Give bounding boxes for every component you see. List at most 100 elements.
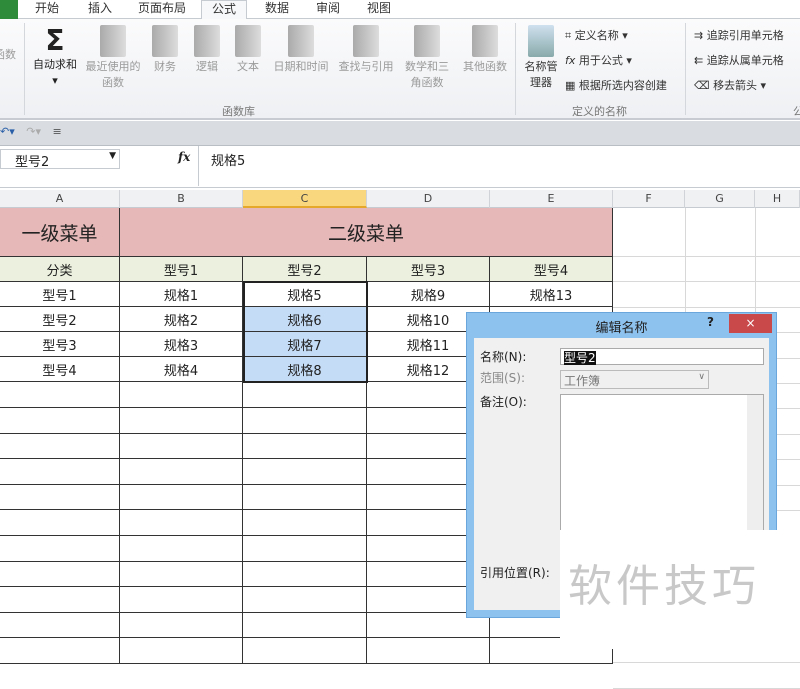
recent-functions-button[interactable]: 最近使用的函数 (82, 25, 144, 91)
header-cell[interactable]: 分类 (0, 257, 120, 282)
empty-cell[interactable] (120, 561, 243, 587)
autosum-button[interactable]: Σ 自动求和 ▾ (30, 25, 80, 89)
help-button[interactable]: ? (707, 315, 714, 329)
lookup-label: 查找与引用 (338, 60, 394, 73)
empty-cell[interactable] (120, 638, 243, 664)
date-time-button[interactable]: 日期和时间 (270, 25, 332, 75)
name-manager-button[interactable]: 名称管理器 (520, 25, 562, 91)
empty-cell[interactable] (120, 510, 243, 536)
table-cell[interactable]: 规格9 (367, 282, 490, 307)
more-functions-button[interactable]: 其他函数 (458, 25, 512, 75)
empty-cell[interactable] (243, 484, 367, 510)
column-header-c[interactable]: C (243, 190, 367, 208)
empty-cell[interactable] (0, 408, 120, 434)
create-from-selection-button[interactable]: ▦ 根据所选内容创建 (565, 77, 667, 93)
math-trig-button[interactable]: 数学和三角函数 (400, 25, 454, 91)
scope-label: 范围(S): (480, 371, 526, 385)
tab-view[interactable]: 视图 (367, 0, 391, 19)
tab-data[interactable]: 数据 (265, 0, 289, 19)
fx-icon[interactable]: fx (178, 150, 190, 164)
name-box[interactable]: 型号2 ▼ (0, 149, 120, 170)
scope-select[interactable]: 工作簿 ∨ (560, 370, 709, 389)
column-header-f[interactable]: F (613, 190, 685, 208)
empty-cell[interactable] (243, 433, 367, 459)
empty-cell[interactable] (0, 459, 120, 485)
empty-cell[interactable] (243, 510, 367, 536)
empty-cell[interactable] (243, 408, 367, 434)
customize-qat-icon[interactable]: ≡ (53, 125, 62, 138)
tab-formulas[interactable]: 公式 (201, 0, 248, 20)
tab-page-layout[interactable]: 页面布局 (138, 0, 186, 19)
logical-button[interactable]: 逻辑 (190, 25, 224, 75)
table-cell[interactable]: 规格1 (120, 282, 243, 307)
column-header-d[interactable]: D (367, 190, 490, 208)
table-cell[interactable]: 型号4 (0, 357, 120, 382)
table-cell[interactable]: 规格2 (120, 307, 243, 332)
empty-cell[interactable] (0, 382, 120, 408)
tab-review[interactable]: 审阅 (316, 0, 340, 19)
define-name-button[interactable]: ⌗ 定义名称 ▾ (565, 27, 628, 43)
column-header-b[interactable]: B (120, 190, 243, 208)
empty-cell[interactable] (0, 484, 120, 510)
empty-cell[interactable] (243, 382, 367, 408)
use-in-formula-button[interactable]: fx 用于公式 ▾ (565, 52, 632, 68)
header-cell[interactable]: 型号1 (120, 257, 243, 282)
empty-cell[interactable] (243, 638, 367, 664)
header-cell[interactable]: 型号4 (490, 257, 613, 282)
table-cell[interactable]: 型号3 (0, 332, 120, 357)
empty-cell[interactable] (120, 536, 243, 562)
empty-cell[interactable] (243, 459, 367, 485)
tab-file[interactable] (0, 0, 18, 19)
chevron-down-icon[interactable]: ▼ (109, 151, 116, 161)
empty-cell[interactable] (0, 433, 120, 459)
header-cell[interactable]: 型号3 (367, 257, 490, 282)
empty-cell[interactable] (243, 612, 367, 638)
insert-function-button[interactable]: 函数 (0, 47, 20, 63)
trace-precedents-button[interactable]: ⇉ 追踪引用单元格 (694, 27, 784, 43)
cell-b1[interactable]: 二级菜单 (120, 208, 613, 257)
tab-insert[interactable]: 插入 (88, 0, 112, 19)
empty-cell[interactable] (120, 433, 243, 459)
name-input[interactable]: 型号2 (560, 348, 764, 365)
empty-cell[interactable] (120, 484, 243, 510)
empty-cell[interactable] (243, 587, 367, 613)
empty-cell[interactable] (120, 587, 243, 613)
financial-button[interactable]: 财务 (148, 25, 182, 75)
table-cell[interactable]: 规格3 (120, 332, 243, 357)
redo-icon[interactable]: ↷▾ (26, 125, 41, 138)
empty-cell[interactable] (0, 510, 120, 536)
column-header-a[interactable]: A (0, 190, 120, 208)
table-cell[interactable]: 型号1 (0, 282, 120, 307)
empty-cell[interactable] (120, 382, 243, 408)
column-header-h[interactable]: H (755, 190, 800, 208)
header-cell[interactable]: 型号2 (243, 257, 367, 282)
empty-cell[interactable] (120, 612, 243, 638)
empty-cell[interactable] (120, 459, 243, 485)
empty-cell[interactable] (367, 638, 490, 664)
table-cell[interactable]: 规格4 (120, 357, 243, 382)
formula-input[interactable]: 规格5 (198, 146, 800, 186)
scope-value: 工作簿 (564, 374, 601, 388)
undo-icon[interactable]: ↶▾ (0, 125, 15, 138)
text-button[interactable]: 文本 (231, 25, 265, 75)
empty-cell[interactable] (0, 587, 120, 613)
remove-arrows-button[interactable]: ⌫ 移去箭头 ▾ (694, 77, 766, 93)
empty-cell[interactable] (120, 408, 243, 434)
empty-cell[interactable] (0, 561, 120, 587)
trace-dependents-label: 追踪从属单元格 (706, 54, 784, 67)
lookup-button[interactable]: 查找与引用 (335, 25, 397, 75)
table-cell[interactable]: 型号2 (0, 307, 120, 332)
cell-a1[interactable]: 一级菜单 (0, 208, 120, 257)
close-button[interactable]: × (729, 314, 772, 333)
trace-dependents-button[interactable]: ⇇ 追踪从属单元格 (694, 52, 784, 68)
table-cell[interactable]: 规格13 (490, 282, 613, 307)
empty-cell[interactable] (243, 561, 367, 587)
empty-cell[interactable] (0, 536, 120, 562)
empty-cell[interactable] (0, 612, 120, 638)
column-header-e[interactable]: E (490, 190, 613, 208)
empty-cell[interactable] (0, 638, 120, 664)
tab-home[interactable]: 开始 (35, 0, 59, 19)
empty-cell[interactable] (243, 536, 367, 562)
column-header-g[interactable]: G (685, 190, 755, 208)
auditing-group-label: 公 (793, 105, 800, 118)
